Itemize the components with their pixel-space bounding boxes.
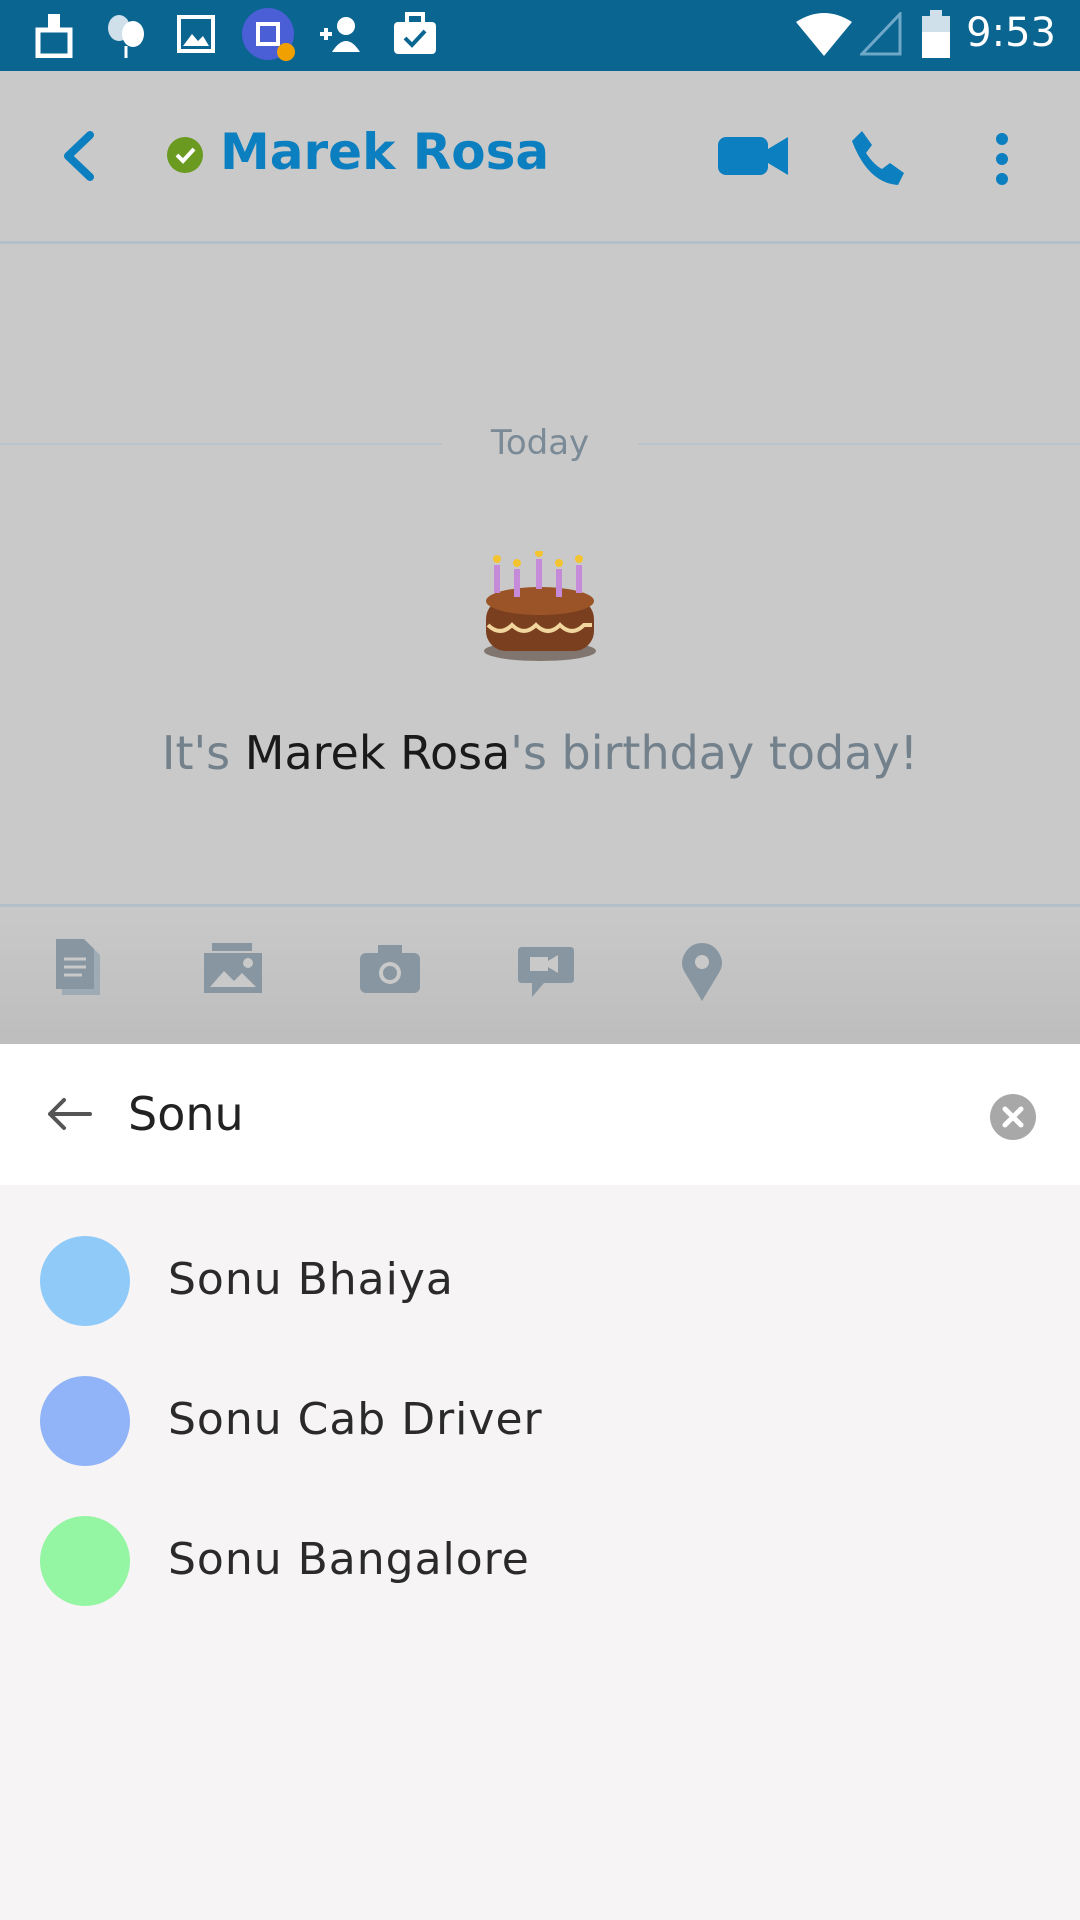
contact-name[interactable]: Marek Rosa [220,123,549,181]
contact-result-name: Sonu Bhaiya [168,1254,454,1305]
signal-icon [860,12,902,56]
birthday-message: It's Marek Rosa's birthday today! [0,726,1080,780]
briefcase-check-icon [394,12,436,54]
location-icon[interactable] [680,941,724,1003]
search-back-arrow-icon[interactable] [44,1096,92,1132]
document-icon[interactable] [54,937,104,999]
chat-screen: Marek Rosa Today It's Marek Rosa's birth… [0,71,1080,1047]
search-input[interactable] [128,1084,948,1144]
avatar [40,1236,130,1326]
status-bar: 9:53 [0,0,1080,71]
chat-toolbar: Marek Rosa [0,71,1080,244]
presence-icon [167,137,203,173]
video-call-icon[interactable] [716,133,790,179]
birthday-prefix: It's [161,726,245,780]
attachment-bar [0,904,1080,1047]
contact-results-list: Sonu Bhaiya Sonu Cab Driver Sonu Bangalo… [0,1185,1080,1920]
clock: 9:53 [966,10,1056,56]
search-bar [0,1044,1080,1185]
app-alert-icon [242,8,295,61]
list-item[interactable]: Sonu Cab Driver [0,1376,1080,1516]
avatar [40,1376,130,1466]
image-icon [177,15,215,53]
close-icon [1002,1106,1024,1128]
video-message-icon[interactable] [516,945,576,999]
more-options-icon[interactable] [992,131,1012,187]
contact-result-name: Sonu Cab Driver [168,1394,543,1445]
back-arrow-icon[interactable] [60,131,100,181]
avatar [40,1516,130,1606]
birthday-cake-icon [484,551,596,661]
birthday-name[interactable]: Marek Rosa [245,726,511,780]
clear-search-button[interactable] [990,1094,1036,1140]
phone-call-icon[interactable] [848,127,908,187]
battery-icon [922,10,950,58]
cleaner-icon [35,14,73,58]
wifi-icon [796,13,852,56]
add-contact-icon [320,17,360,52]
list-item[interactable]: Sonu Bhaiya [0,1236,1080,1376]
balloons-icon [108,15,144,58]
date-divider: Today [490,423,590,463]
photo-gallery-icon[interactable] [202,943,264,995]
birthday-suffix: 's birthday today! [510,726,919,780]
list-item[interactable]: Sonu Bangalore [0,1516,1080,1656]
camera-icon[interactable] [358,945,422,993]
contact-result-name: Sonu Bangalore [168,1534,530,1585]
